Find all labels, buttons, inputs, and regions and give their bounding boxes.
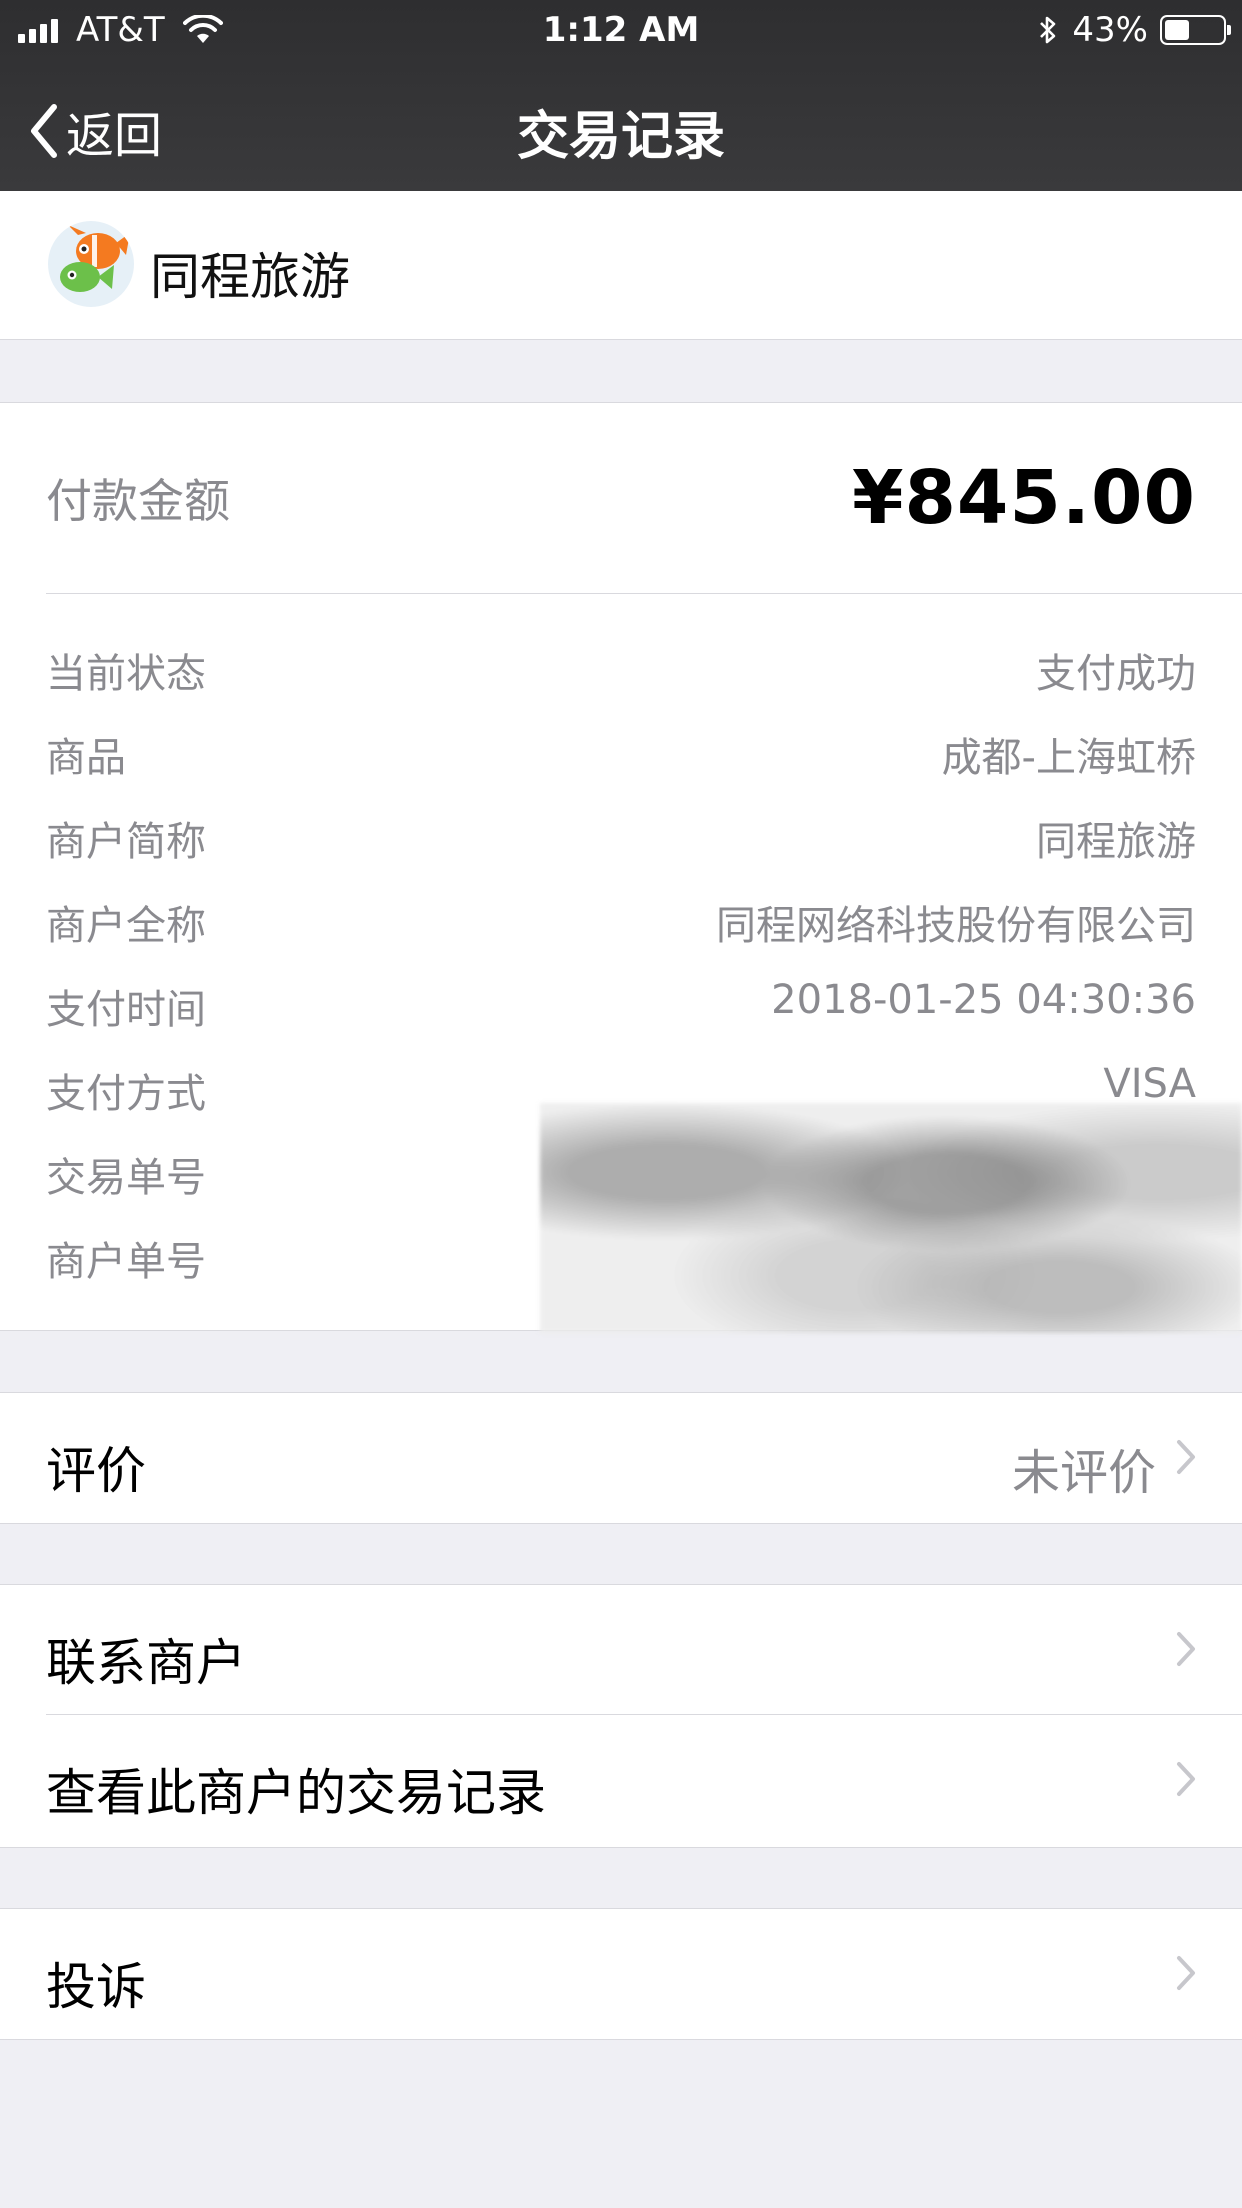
- payment-details: 付款金额 ¥845.00 当前状态 支付成功 商品 成都-上海虹桥 商户简称 同…: [0, 402, 1242, 1333]
- amount-row: 付款金额 ¥845.00: [0, 403, 1242, 593]
- info-key: 商户简称: [46, 819, 206, 865]
- rating-group: 评价 未评价: [0, 1392, 1242, 1524]
- rating-cell[interactable]: 评价 未评价: [0, 1393, 1242, 1523]
- merchant-history-cell[interactable]: 查看此商户的交易记录: [0, 1715, 1242, 1845]
- amount-value: ¥845.00: [851, 455, 1196, 541]
- info-key: 当前状态: [46, 651, 206, 697]
- info-key: 商品: [46, 735, 126, 781]
- info-value: 同程网络科技股份有限公司: [716, 903, 1196, 949]
- amount-label: 付款金额: [46, 474, 230, 528]
- info-key: 商户全称: [46, 903, 206, 949]
- info-row-pay-time: 支付时间 2018-01-25 04:30:36: [0, 961, 1242, 1045]
- divider: [46, 593, 1242, 594]
- info-row-status: 当前状态 支付成功: [0, 625, 1242, 709]
- info-row-product: 商品 成都-上海虹桥: [0, 709, 1242, 793]
- status-right: 43%: [1038, 10, 1231, 50]
- info-value: 支付成功: [1036, 651, 1196, 697]
- contact-merchant-cell[interactable]: 联系商户: [0, 1585, 1242, 1715]
- nav-bar: 返回 交易记录: [0, 62, 1242, 191]
- info-row-merchant-full: 商户全称 同程网络科技股份有限公司: [0, 877, 1242, 961]
- info-key: 商户单号: [46, 1239, 206, 1285]
- info-value: 2018-01-25 04:30:36: [771, 977, 1196, 1023]
- info-value: 成都-上海虹桥: [941, 735, 1196, 781]
- info-key: 交易单号: [46, 1155, 206, 1201]
- fish-logo-icon: [60, 225, 130, 292]
- merchant-history-label: 查看此商户的交易记录: [46, 1764, 546, 1822]
- complaint-label: 投诉: [46, 1958, 146, 2016]
- rating-value: 未评价: [1011, 1445, 1156, 1501]
- contact-merchant-label: 联系商户: [46, 1634, 246, 1692]
- battery-icon: [1160, 15, 1231, 45]
- rating-label: 评价: [46, 1442, 146, 1500]
- info-row-merchant-short: 商户简称 同程旅游: [0, 793, 1242, 877]
- top-bar: AT&T 1:12 AM 43% 返回 交易记录: [0, 0, 1242, 191]
- chevron-right-icon: [1177, 1440, 1195, 1474]
- info-key: 支付时间: [46, 987, 206, 1033]
- merchant-name: 同程旅游: [150, 248, 350, 306]
- page-title: 交易记录: [516, 107, 725, 167]
- chevron-right-icon: [1177, 1956, 1195, 1990]
- merchant-actions-group: 联系商户 查看此商户的交易记录: [0, 1584, 1242, 1848]
- bluetooth-icon: [1040, 16, 1056, 44]
- complaint-cell[interactable]: 投诉: [0, 1909, 1242, 2039]
- info-value: VISA: [1103, 1061, 1196, 1107]
- redaction-smudge: [540, 1103, 1242, 1333]
- status-bar: AT&T 1:12 AM 43%: [0, 0, 1242, 62]
- info-value: 同程旅游: [1036, 819, 1196, 865]
- chevron-right-icon: [1177, 1632, 1195, 1666]
- chevron-right-icon: [1177, 1762, 1195, 1796]
- battery-percent: 43%: [1072, 10, 1148, 50]
- merchant-header: 同程旅游: [0, 191, 1242, 340]
- complaint-group: 投诉: [0, 1908, 1242, 2040]
- battery-fill: [1165, 20, 1189, 40]
- merchant-logo: [48, 221, 134, 307]
- info-key: 支付方式: [46, 1071, 206, 1117]
